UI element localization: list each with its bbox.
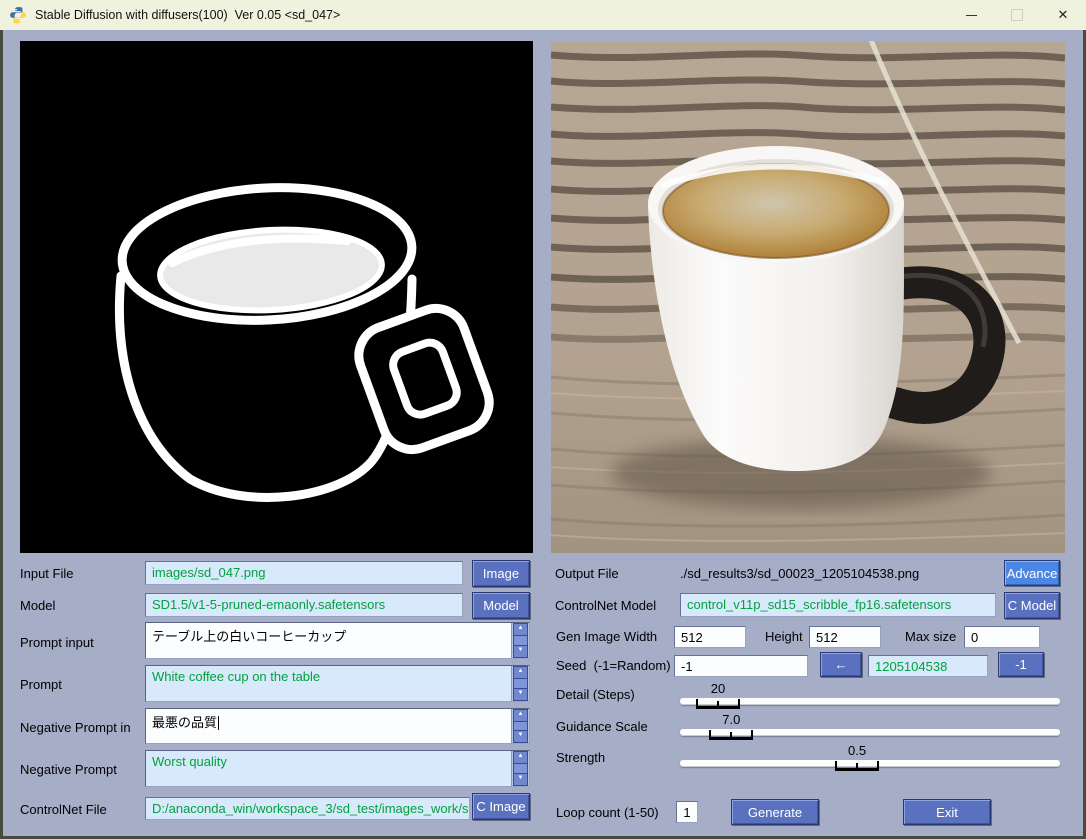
scrollbar[interactable]: ▲ ▼ — [511, 666, 529, 701]
input-scribble-preview — [20, 41, 533, 553]
negative-prompt-textarea[interactable]: Worst quality ▲ ▼ — [145, 750, 530, 787]
scroll-down-icon[interactable]: ▼ — [513, 688, 528, 701]
scrollbar[interactable]: ▲ ▼ — [511, 751, 529, 786]
steps-value: 20 — [711, 681, 725, 696]
text-caret — [218, 716, 219, 730]
maximize-button[interactable] — [994, 0, 1040, 30]
controlnet-file-field[interactable]: D:/anaconda_win/workspace_3/sd_test/imag… — [145, 797, 470, 820]
scroll-down-icon[interactable]: ▼ — [513, 645, 528, 658]
scrollbar[interactable]: ▲ ▼ — [511, 709, 529, 743]
slider-handle[interactable] — [696, 699, 740, 709]
scrollbar[interactable]: ▲ ▼ — [511, 623, 529, 658]
window-title: Stable Diffusion with diffusers(100) Ver… — [35, 8, 340, 22]
input-file-field[interactable]: images/sd_047.png — [145, 561, 463, 585]
output-photo-preview — [551, 41, 1065, 553]
c-image-button[interactable]: C Image — [472, 793, 530, 820]
window-border-left — [0, 30, 3, 839]
prompt-label: Prompt — [20, 677, 62, 692]
scroll-down-icon[interactable]: ▼ — [513, 773, 528, 786]
output-file-value: ./sd_results3/sd_00023_1205104538.png — [680, 566, 919, 581]
gen-height-field[interactable]: 512 — [809, 626, 881, 648]
app-window: Stable Diffusion with diffusers(100) Ver… — [0, 0, 1086, 839]
maximize-icon — [1011, 9, 1023, 21]
exit-button[interactable]: Exit — [903, 799, 991, 825]
python-logo-icon — [9, 6, 27, 24]
prompt-input-label: Prompt input — [20, 635, 94, 650]
advance-button[interactable]: Advance — [1004, 560, 1060, 586]
window-controls: ✕ — [948, 0, 1086, 30]
steps-slider[interactable]: 20 — [680, 681, 1060, 713]
prompt-textarea[interactable]: White coffee cup on the table ▲ ▼ — [145, 665, 530, 702]
slider-handle[interactable] — [835, 761, 879, 771]
prompt-input-textarea[interactable]: テーブル上の白いコーヒーカップ ▲ ▼ — [145, 622, 530, 659]
generate-button[interactable]: Generate — [731, 799, 819, 825]
guidance-label: Guidance Scale — [556, 719, 648, 734]
input-file-label: Input File — [20, 566, 73, 581]
scribble-cup-image — [20, 41, 533, 553]
scroll-down-icon[interactable]: ▼ — [513, 730, 528, 743]
c-model-button[interactable]: C Model — [1004, 592, 1060, 619]
strength-label: Strength — [556, 750, 605, 765]
guidance-slider[interactable]: 7.0 — [680, 712, 1060, 744]
model-field[interactable]: SD1.5/v1-5-pruned-emaonly.safetensors — [145, 593, 463, 617]
loop-count-field[interactable]: 1 — [676, 801, 698, 823]
image-button[interactable]: Image — [472, 560, 530, 587]
model-button[interactable]: Model — [472, 592, 530, 619]
gen-width-label: Gen Image Width — [556, 629, 657, 644]
generated-coffee-photo — [551, 41, 1065, 553]
strength-value: 0.5 — [848, 743, 866, 758]
gen-width-field[interactable]: 512 — [674, 626, 746, 648]
negative-prompt-label: Negative Prompt — [20, 762, 117, 777]
seed-reset-button[interactable]: -1 — [998, 652, 1044, 677]
steps-label: Detail (Steps) — [556, 687, 635, 702]
minimize-icon — [966, 15, 977, 16]
negative-prompt-input-label: Negative Prompt in — [20, 720, 131, 735]
gen-height-label: Height — [765, 629, 803, 644]
loop-count-label: Loop count (1-50) — [556, 805, 659, 820]
slider-handle[interactable] — [709, 730, 753, 740]
titlebar: Stable Diffusion with diffusers(100) Ver… — [0, 0, 1086, 31]
controlnet-file-label: ControlNet File — [20, 802, 107, 817]
max-size-field[interactable]: 0 — [964, 626, 1040, 648]
seed-copy-button[interactable]: ← — [820, 652, 862, 677]
output-file-label: Output File — [555, 566, 619, 581]
close-button[interactable]: ✕ — [1040, 0, 1086, 30]
strength-slider[interactable]: 0.5 — [680, 743, 1060, 775]
seed-label: Seed (-1=Random) — [556, 658, 671, 673]
main-area: Input File images/sd_047.png Image Model… — [0, 30, 1086, 839]
model-label: Model — [20, 598, 55, 613]
controlnet-model-field[interactable]: control_v11p_sd15_scribble_fp16.safetens… — [680, 593, 996, 617]
negative-prompt-input-textarea[interactable]: 最悪の品質 ▲ ▼ — [145, 708, 530, 744]
controlnet-model-label: ControlNet Model — [555, 598, 656, 613]
max-size-label: Max size — [905, 629, 956, 644]
seed-display-field[interactable]: 1205104538 — [868, 655, 988, 677]
seed-field[interactable]: -1 — [674, 655, 808, 677]
minimize-button[interactable] — [948, 0, 994, 30]
guidance-value: 7.0 — [722, 712, 740, 727]
